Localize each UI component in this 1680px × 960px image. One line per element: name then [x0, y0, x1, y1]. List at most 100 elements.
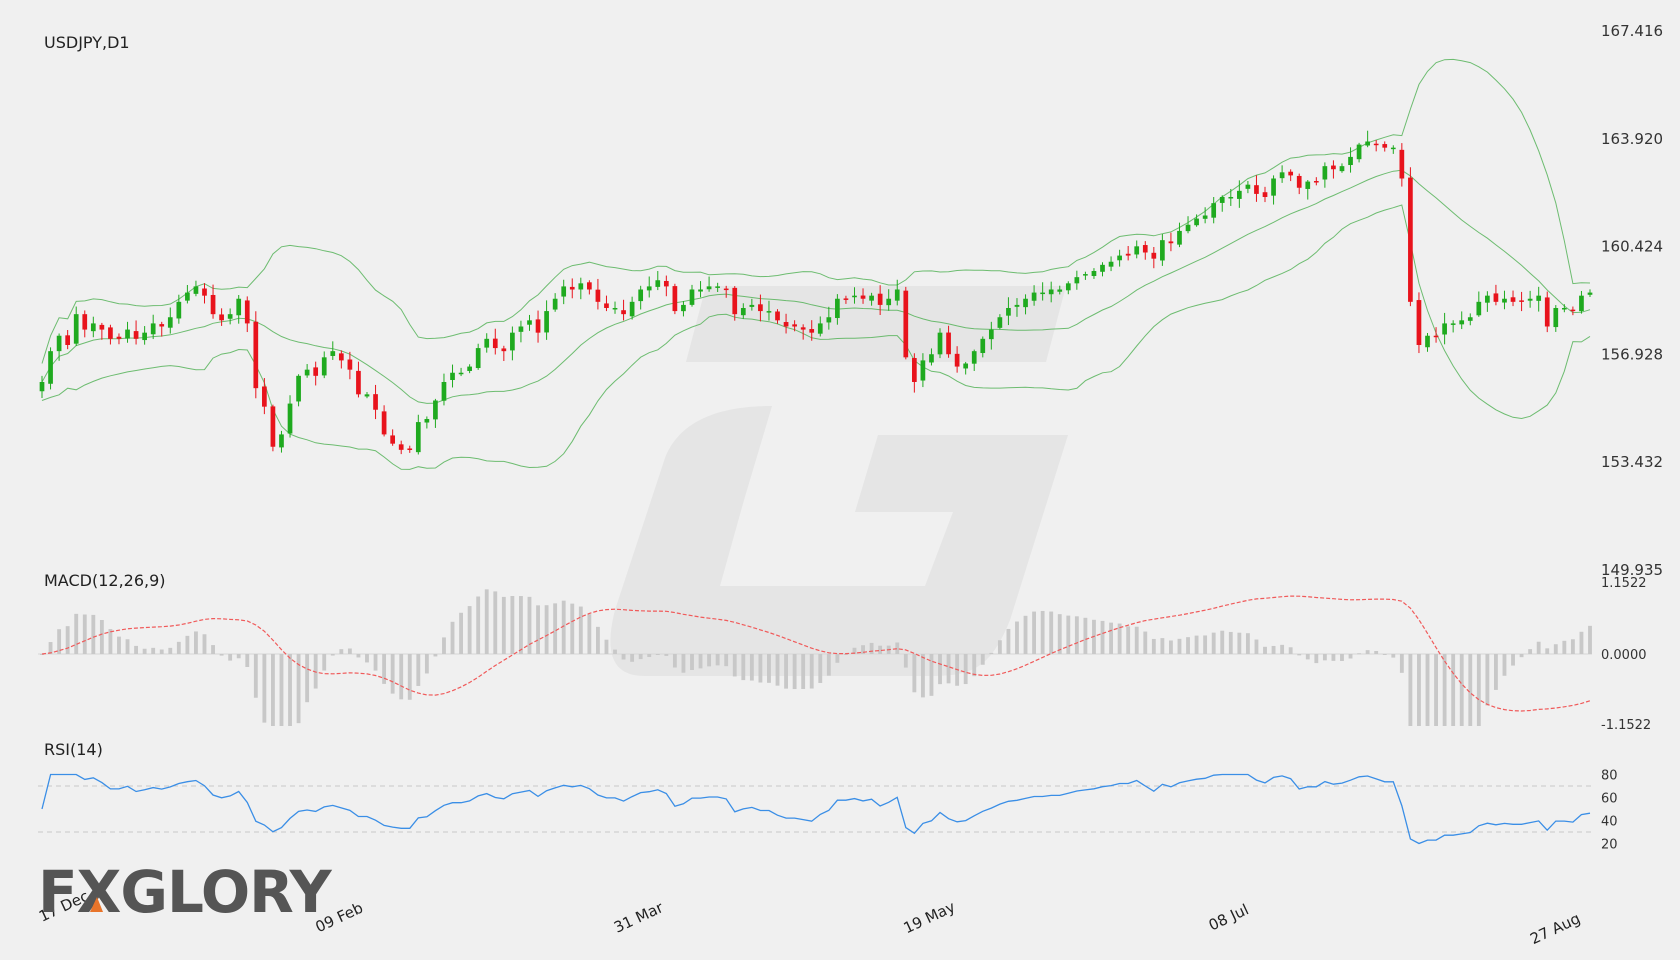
- candle-body: [1519, 300, 1524, 302]
- candle-body: [381, 411, 387, 435]
- macd-hist-bar: [912, 654, 917, 693]
- macd-hist-bar: [1186, 637, 1190, 654]
- macd-label: MACD(12,26,9): [44, 571, 166, 590]
- candle-body: [1117, 255, 1122, 261]
- macd-hist-bar: [544, 605, 549, 654]
- macd-hist-bar: [647, 654, 652, 658]
- candle-body: [304, 369, 310, 376]
- candle: [1587, 289, 1593, 297]
- macd-hist-bar: [767, 654, 771, 683]
- macd-hist-bar: [1254, 639, 1259, 654]
- candle-body: [886, 298, 892, 306]
- macd-hist-bar: [536, 605, 540, 654]
- candle-body: [1125, 253, 1131, 256]
- candle-body: [1433, 335, 1439, 338]
- macd-hist-bar: [108, 629, 113, 654]
- candle: [971, 349, 977, 371]
- macd-hist-bar: [613, 649, 617, 654]
- candle: [210, 284, 216, 319]
- candle-body: [758, 304, 763, 312]
- price-tick-label: 163.920: [1601, 130, 1663, 148]
- macd-hist-bar: [715, 654, 720, 666]
- candle-body: [1031, 292, 1037, 301]
- macd-hist-bar: [1468, 654, 1473, 726]
- candle-body: [1065, 283, 1071, 291]
- macd-hist-bar: [997, 640, 1002, 654]
- macd-hist-bar: [399, 654, 404, 700]
- candle: [561, 279, 567, 305]
- candle: [1134, 240, 1140, 259]
- candle-body: [56, 335, 62, 352]
- macd-hist-bar: [1553, 644, 1558, 654]
- candle: [535, 310, 541, 343]
- candle-body: [518, 326, 524, 332]
- candle: [912, 353, 917, 393]
- macd-hist-bar: [245, 654, 250, 668]
- candle-body: [817, 323, 823, 334]
- candle-body: [313, 367, 319, 376]
- candle: [176, 294, 182, 324]
- candle-body: [1356, 144, 1362, 160]
- macd-hist-bar: [1100, 620, 1105, 654]
- candle: [270, 404, 276, 452]
- candle: [963, 361, 969, 375]
- candle-body: [1040, 292, 1045, 295]
- candle-body: [1305, 181, 1311, 189]
- candle-body: [766, 311, 772, 313]
- candle: [1579, 290, 1584, 314]
- candle: [1313, 177, 1319, 186]
- candle: [373, 384, 378, 420]
- macd-hist-bar: [1032, 611, 1037, 654]
- macd-hist-bar: [604, 639, 609, 654]
- candle: [364, 392, 370, 399]
- macd-hist-bar: [1083, 617, 1088, 654]
- candle-body: [988, 329, 994, 340]
- macd-hist-bar: [228, 654, 233, 661]
- candle-body: [860, 295, 866, 299]
- candle: [518, 320, 524, 343]
- macd-hist-bar: [826, 654, 831, 676]
- macd-hist-bar: [801, 654, 806, 689]
- candle: [1074, 270, 1080, 290]
- candle: [458, 367, 464, 377]
- macd-hist-bar: [724, 654, 729, 667]
- macd-hist-bar: [1040, 610, 1045, 654]
- macd-hist-bar: [664, 654, 669, 656]
- macd-hist-bar: [1237, 632, 1242, 654]
- candle: [227, 308, 233, 325]
- macd-tick-label: 1.1522: [1601, 576, 1647, 591]
- macd-hist-bar: [707, 654, 712, 667]
- candle-body: [646, 286, 652, 291]
- candle-body: [1134, 246, 1140, 255]
- candle-body: [604, 303, 609, 308]
- candle-body: [475, 348, 481, 369]
- candle: [424, 416, 430, 429]
- macd-hist-bar: [869, 642, 874, 654]
- rsi-tick-label: 60: [1601, 792, 1618, 807]
- candle-body: [167, 317, 173, 328]
- candle: [253, 311, 259, 399]
- macd-hist-bar: [527, 596, 532, 654]
- candle-body: [1467, 317, 1473, 321]
- candle: [279, 430, 284, 453]
- candle: [1296, 173, 1302, 195]
- candle-body: [706, 286, 712, 290]
- candle: [1365, 130, 1370, 148]
- candle-body: [1236, 190, 1242, 199]
- rsi-tick-label: 20: [1601, 838, 1618, 853]
- macd-hist-bar: [1314, 654, 1319, 664]
- macd-hist-bar: [972, 654, 977, 677]
- watermark-g-logo: [610, 286, 1068, 676]
- macd-hist-bar: [1066, 615, 1071, 654]
- macd-hist-bar: [253, 654, 258, 698]
- price-tick-label: 160.424: [1601, 238, 1663, 256]
- candle-body: [535, 319, 541, 333]
- candle-body: [629, 301, 635, 317]
- candle: [638, 285, 644, 310]
- candle-body: [1057, 289, 1063, 292]
- candle-body: [467, 366, 472, 371]
- macd-hist-bar: [288, 654, 292, 726]
- rsi-path: [41, 773, 1591, 845]
- candle-body: [441, 381, 447, 401]
- macd-hist-bar: [1391, 654, 1396, 658]
